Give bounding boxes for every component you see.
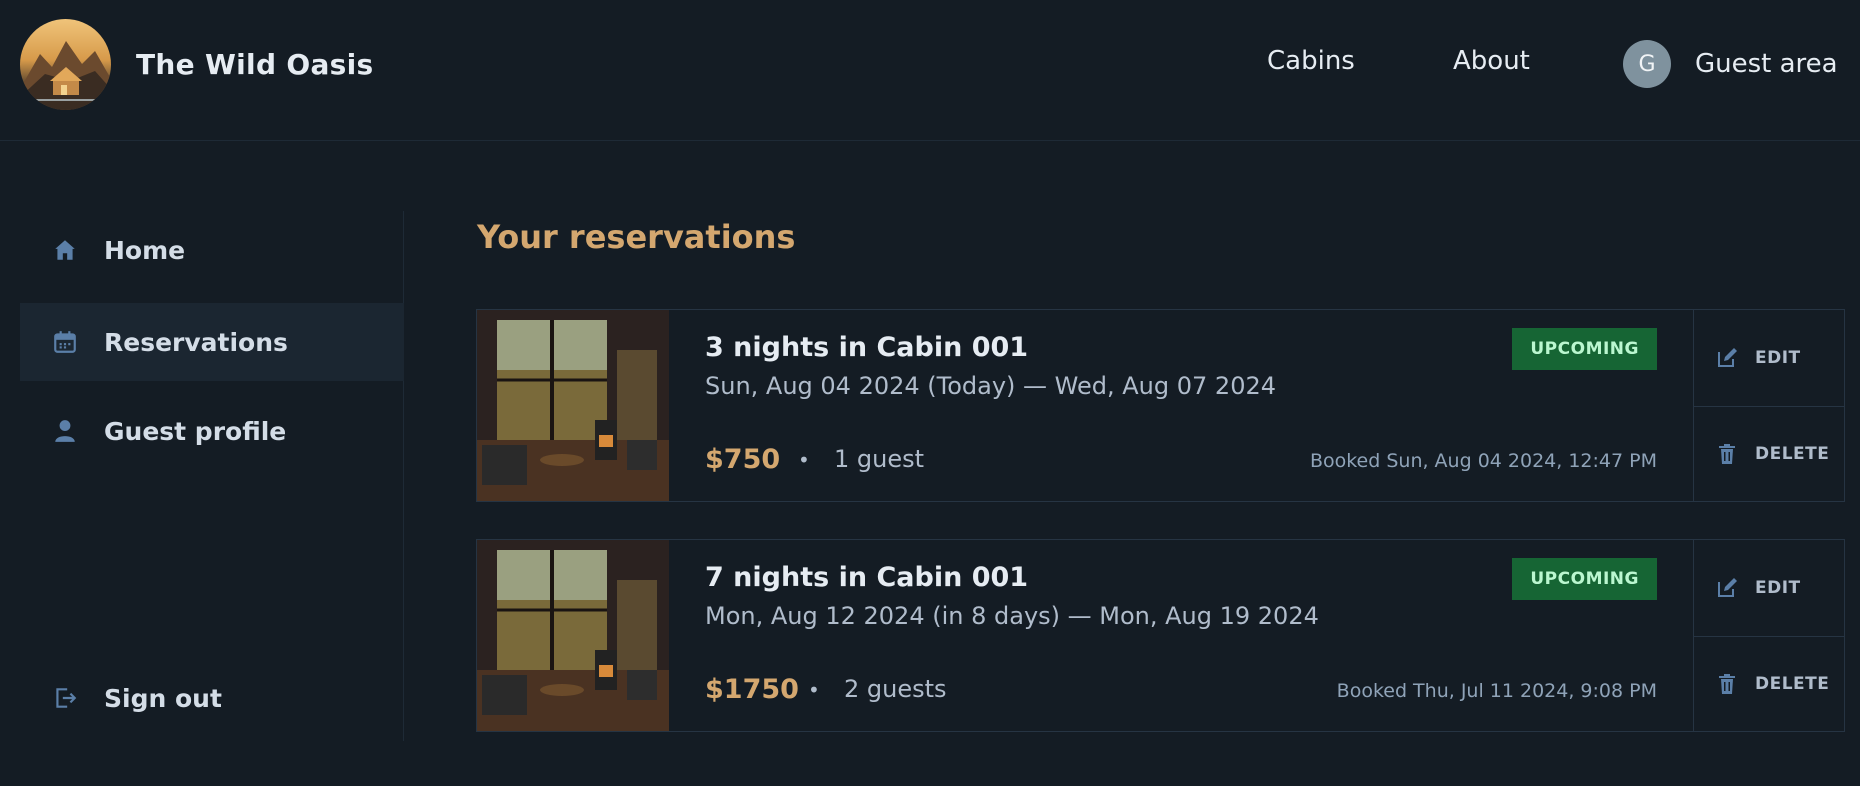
reservation-price: $1750 xyxy=(705,674,799,705)
sidebar-item-home[interactable]: Home xyxy=(20,211,404,289)
reservation-details: 7 nights in Cabin 001 Mon, Aug 12 2024 (… xyxy=(669,540,1693,731)
reservation-title: 3 nights in Cabin 001 xyxy=(705,332,1029,363)
edit-button[interactable]: EDIT xyxy=(1694,310,1844,406)
nav-guest-area-link[interactable]: G Guest area xyxy=(1623,40,1838,88)
sidebar-item-label: Sign out xyxy=(104,683,222,713)
delete-label: DELETE xyxy=(1755,673,1830,694)
calendar-icon xyxy=(52,329,78,355)
trash-icon xyxy=(1715,672,1739,696)
avatar: G xyxy=(1623,40,1671,88)
cabin-image xyxy=(477,540,669,731)
status-badge: UPCOMING xyxy=(1512,328,1657,370)
delete-button[interactable]: DELETE xyxy=(1694,635,1844,732)
logo xyxy=(20,19,111,110)
edit-label: EDIT xyxy=(1755,347,1801,368)
reservation-actions: EDIT DELETE xyxy=(1693,310,1844,501)
sidebar-item-label: Guest profile xyxy=(104,416,287,446)
reservation-guests: 1 guest xyxy=(834,445,925,473)
cabin-image xyxy=(477,310,669,501)
sidebar: Home Reservations Guest profile Sign out xyxy=(0,211,404,741)
reservation-booked-date: Booked Sun, Aug 04 2024, 12:47 PM xyxy=(1309,450,1657,472)
reservation-title: 7 nights in Cabin 001 xyxy=(705,562,1029,593)
user-icon xyxy=(52,418,78,444)
separator-dot: • xyxy=(808,678,820,702)
sidebar-item-reservations[interactable]: Reservations xyxy=(20,303,404,381)
edit-label: EDIT xyxy=(1755,577,1801,598)
sidebar-item-label: Reservations xyxy=(104,327,288,357)
separator-dot: • xyxy=(798,448,810,472)
brand-link[interactable]: The Wild Oasis xyxy=(20,19,373,110)
brand-name: The Wild Oasis xyxy=(136,48,374,81)
reservation-booked-date: Booked Thu, Jul 11 2024, 9:08 PM xyxy=(1336,680,1657,702)
header: The Wild Oasis Cabins About G Guest area xyxy=(0,0,1860,141)
reservation-guests: 2 guests xyxy=(844,675,947,703)
nav-cabins-link[interactable]: Cabins xyxy=(1267,46,1355,76)
sidebar-item-guest-profile[interactable]: Guest profile xyxy=(20,392,404,470)
reservation-card: 3 nights in Cabin 001 Sun, Aug 04 2024 (… xyxy=(476,309,1845,502)
edit-button[interactable]: EDIT xyxy=(1694,540,1844,636)
reservation-details: 3 nights in Cabin 001 Sun, Aug 04 2024 (… xyxy=(669,310,1693,501)
guest-area-label: Guest area xyxy=(1695,49,1838,79)
reservation-price: $750 xyxy=(705,444,781,475)
delete-label: DELETE xyxy=(1755,443,1830,464)
reservation-actions: EDIT DELETE xyxy=(1693,540,1844,731)
reservation-dates: Mon, Aug 12 2024 (in 8 days) — Mon, Aug … xyxy=(705,602,1319,630)
reservation-dates: Sun, Aug 04 2024 (Today) — Wed, Aug 07 2… xyxy=(705,372,1276,400)
edit-icon xyxy=(1715,576,1739,600)
edit-icon xyxy=(1715,346,1739,370)
delete-button[interactable]: DELETE xyxy=(1694,405,1844,502)
sign-out-icon xyxy=(52,685,78,711)
status-badge: UPCOMING xyxy=(1512,558,1657,600)
nav-about-link[interactable]: About xyxy=(1453,46,1530,76)
home-icon xyxy=(52,237,78,263)
reservation-card: 7 nights in Cabin 001 Mon, Aug 12 2024 (… xyxy=(476,539,1845,732)
page-title: Your reservations xyxy=(477,218,796,256)
trash-icon xyxy=(1715,442,1739,466)
sidebar-item-label: Home xyxy=(104,235,186,265)
sign-out-button[interactable]: Sign out xyxy=(20,659,404,737)
